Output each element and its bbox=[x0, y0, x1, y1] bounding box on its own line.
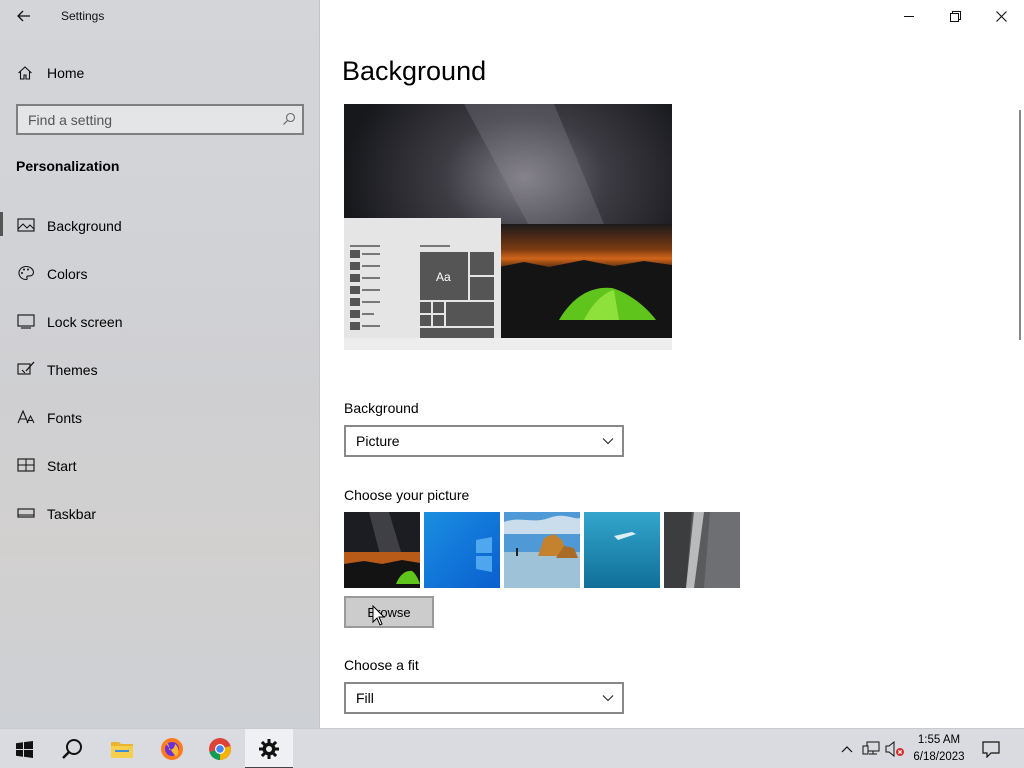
choose-picture-label: Choose your picture bbox=[344, 487, 470, 503]
search-button[interactable] bbox=[48, 729, 96, 768]
start-button[interactable] bbox=[0, 729, 48, 768]
file-explorer-button[interactable] bbox=[98, 729, 146, 768]
brush-icon bbox=[17, 361, 35, 375]
chevron-down-icon bbox=[602, 695, 614, 702]
firefox-icon bbox=[161, 738, 183, 760]
picture-thumb-underwater[interactable] bbox=[584, 512, 660, 588]
sidebar-item-fonts[interactable]: Fonts bbox=[0, 400, 320, 448]
gear-icon bbox=[259, 739, 279, 759]
volume-button[interactable] bbox=[884, 739, 906, 759]
picture-thumb-night-sky[interactable] bbox=[344, 512, 420, 588]
restore-button[interactable] bbox=[932, 0, 978, 32]
windows-logo-icon bbox=[15, 740, 33, 758]
network-button[interactable] bbox=[860, 739, 882, 759]
clock-date: 6/18/2023 bbox=[913, 751, 965, 763]
preview-taskbar bbox=[344, 338, 672, 350]
sidebar-item-taskbar[interactable]: Taskbar bbox=[0, 496, 320, 544]
chrome-button[interactable] bbox=[196, 729, 244, 768]
background-value: Picture bbox=[356, 433, 400, 449]
fit-label: Choose a fit bbox=[344, 657, 419, 673]
lock-screen-icon bbox=[17, 314, 35, 329]
picture-thumb-windows[interactable] bbox=[424, 512, 500, 588]
sidebar-item-label: Colors bbox=[47, 266, 88, 282]
browse-button[interactable]: Browse bbox=[344, 596, 434, 628]
scrollbar[interactable] bbox=[1019, 110, 1021, 340]
picture-thumb-rock[interactable] bbox=[664, 512, 740, 588]
sidebar-item-label: Lock screen bbox=[47, 314, 123, 330]
title-bar: Settings bbox=[0, 0, 320, 32]
sidebar-item-label: Background bbox=[47, 218, 122, 234]
minimize-icon bbox=[903, 15, 914, 17]
taskbar: 1:55 AM 6/18/2023 bbox=[0, 728, 1024, 768]
sidebar-item-label: Themes bbox=[47, 362, 98, 378]
sidebar-item-label: Fonts bbox=[47, 410, 83, 426]
picture-thumb-beach[interactable] bbox=[504, 512, 580, 588]
close-button[interactable] bbox=[978, 0, 1024, 32]
section-title: Personalization bbox=[16, 158, 120, 174]
search-box[interactable] bbox=[16, 104, 304, 135]
sidebar-item-background[interactable]: Background bbox=[0, 208, 320, 256]
app-title: Settings bbox=[61, 9, 105, 23]
preview-sample-text: Aa bbox=[436, 270, 451, 284]
taskbar-icon bbox=[17, 508, 35, 518]
action-center-button[interactable] bbox=[980, 739, 1002, 759]
fonts-icon bbox=[17, 409, 35, 424]
back-arrow-icon bbox=[17, 10, 30, 22]
background-dropdown[interactable]: Picture bbox=[344, 425, 624, 457]
chevron-down-icon bbox=[602, 438, 614, 445]
network-icon bbox=[862, 741, 880, 755]
clock-time: 1:55 AM bbox=[917, 734, 961, 746]
minimize-button[interactable] bbox=[886, 0, 932, 32]
nav-list: Background Colors Lock screen Themes Fon… bbox=[0, 208, 320, 544]
mouse-cursor-icon bbox=[372, 605, 385, 626]
back-button[interactable] bbox=[8, 2, 40, 30]
page-title: Background bbox=[342, 56, 487, 86]
sidebar-item-start[interactable]: Start bbox=[0, 448, 320, 496]
sidebar-item-colors[interactable]: Colors bbox=[0, 256, 320, 304]
settings-taskbar-button[interactable] bbox=[245, 729, 293, 768]
sidebar-item-label: Taskbar bbox=[47, 506, 97, 522]
nav-home[interactable]: Home bbox=[0, 56, 320, 90]
chevron-up-icon bbox=[841, 746, 853, 753]
fit-value: Fill bbox=[356, 690, 374, 706]
volume-muted-icon bbox=[885, 741, 904, 757]
restore-icon bbox=[949, 10, 961, 22]
show-hidden-icons-button[interactable] bbox=[836, 739, 858, 759]
sidebar-item-lock-screen[interactable]: Lock screen bbox=[0, 304, 320, 352]
desktop-preview: Aa bbox=[344, 104, 672, 350]
close-icon bbox=[995, 10, 1007, 22]
fit-dropdown[interactable]: Fill bbox=[344, 682, 624, 714]
search-icon[interactable] bbox=[282, 112, 296, 126]
background-label: Background bbox=[344, 400, 419, 416]
search-input[interactable] bbox=[28, 111, 268, 129]
palette-icon bbox=[18, 265, 35, 281]
sidebar-item-themes[interactable]: Themes bbox=[0, 352, 320, 400]
start-icon bbox=[17, 458, 35, 472]
clock[interactable]: 1:55 AM 6/18/2023 bbox=[908, 732, 970, 766]
home-label: Home bbox=[47, 65, 85, 81]
navigation-pane: Settings Home Personalization Background bbox=[0, 0, 320, 728]
notification-icon bbox=[982, 740, 1000, 758]
chrome-icon bbox=[209, 738, 231, 760]
search-icon bbox=[62, 739, 82, 759]
picture-icon bbox=[17, 218, 35, 232]
preview-wallpaper bbox=[344, 104, 672, 350]
firefox-button[interactable] bbox=[148, 729, 196, 768]
folder-icon bbox=[111, 742, 133, 758]
sidebar-item-label: Start bbox=[47, 458, 77, 474]
home-icon bbox=[18, 66, 32, 80]
